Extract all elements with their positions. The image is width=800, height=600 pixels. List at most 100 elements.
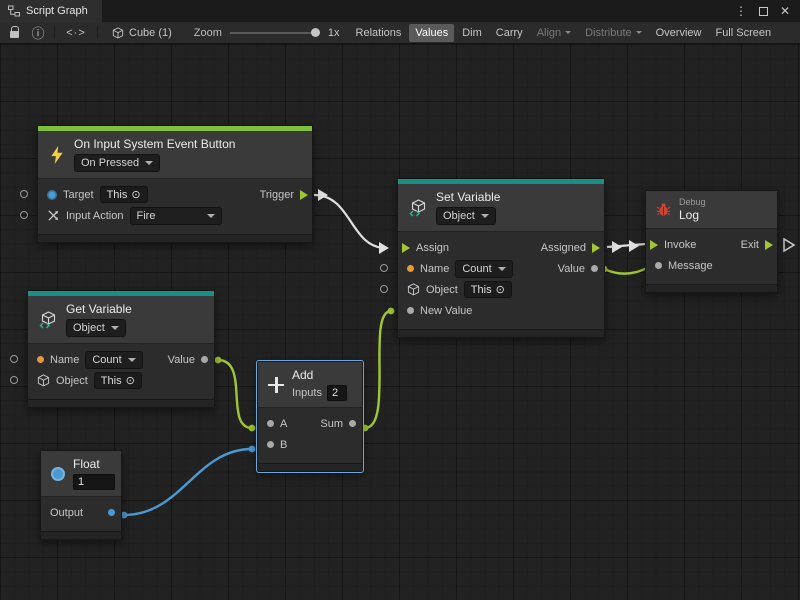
variable-name-dropdown[interactable]: Count: [455, 260, 513, 278]
wire-sum-to-new-value[interactable]: [365, 311, 391, 428]
add-icon: [268, 377, 284, 393]
graph-canvas[interactable]: On Input System Event Button On Pressed …: [0, 44, 800, 600]
object-input-port[interactable]: [380, 285, 388, 293]
target-row: Target This ⊙ Trigger: [38, 184, 312, 205]
b-input-port[interactable]: [267, 441, 274, 448]
name-input-port[interactable]: [10, 355, 18, 363]
object-input-port[interactable]: [10, 376, 18, 384]
string-port-icon[interactable]: [407, 265, 414, 272]
event-mode-dropdown[interactable]: On Pressed: [74, 154, 160, 172]
wire-arrow-icon: [612, 241, 622, 253]
full-screen-button[interactable]: Full Screen: [709, 24, 777, 42]
float-value-field[interactable]: [73, 474, 115, 490]
distribute-button[interactable]: Distribute: [579, 24, 647, 42]
exit-output-port[interactable]: [765, 240, 773, 250]
object-this-chip[interactable]: This ⊙: [464, 281, 512, 298]
node-header: Debug Log: [646, 191, 777, 229]
sum-output-port[interactable]: [349, 420, 356, 427]
node-on-input-system-event-button[interactable]: On Input System Event Button On Pressed …: [37, 125, 313, 243]
gameobject-icon: [47, 190, 57, 200]
wire-value-to-a[interactable]: [218, 360, 252, 428]
node-body: A Sum B: [258, 408, 362, 463]
info-icon[interactable]: ⓘ: [30, 23, 46, 42]
tab-title: Script Graph: [26, 5, 88, 17]
output-label: Output: [50, 507, 83, 519]
chevron-down-icon: [636, 31, 642, 34]
node-body: Name Count Value Object: [28, 344, 214, 399]
variable-scope-dropdown[interactable]: Object: [66, 319, 126, 337]
object-this-chip[interactable]: This ⊙: [94, 372, 142, 389]
node-add[interactable]: Add Inputs A Sum B: [257, 361, 363, 472]
target-this-value: This: [107, 189, 128, 201]
value-output-port[interactable]: [201, 356, 208, 363]
target-input-port[interactable]: [20, 190, 28, 198]
node-title: Get Variable: [66, 302, 132, 316]
output-row: Output: [41, 502, 121, 523]
assigned-output-port[interactable]: [592, 243, 600, 253]
distribute-button-label: Distribute: [585, 27, 631, 39]
chevron-down-icon: [481, 214, 489, 218]
node-header: Float: [41, 451, 121, 497]
wire-endpoint: [249, 446, 256, 453]
variable-scope-dropdown[interactable]: Object: [436, 207, 496, 225]
zoom-slider[interactable]: [230, 32, 320, 34]
assign-input-port[interactable]: [402, 243, 410, 253]
variable-name-dropdown[interactable]: Count: [85, 351, 143, 369]
object-label: Object: [56, 375, 88, 387]
node-header: On Input System Event Button On Pressed: [38, 131, 312, 179]
a-label: A: [280, 418, 287, 430]
assign-label: Assign: [416, 242, 449, 254]
a-input-port[interactable]: [267, 420, 274, 427]
values-button[interactable]: Values: [409, 24, 454, 42]
align-button[interactable]: Align: [531, 24, 577, 42]
value-output-port[interactable]: [591, 265, 598, 272]
close-icon[interactable]: ✕: [780, 5, 790, 17]
new-value-input-port[interactable]: [407, 307, 414, 314]
tab-script-graph[interactable]: Script Graph: [0, 0, 102, 22]
node-float[interactable]: Float Output: [40, 450, 122, 540]
overview-button[interactable]: Overview: [650, 24, 708, 42]
wire-arrow-icon: [379, 242, 389, 254]
sum-label: Sum: [320, 418, 343, 430]
name-input-port[interactable]: [380, 264, 388, 272]
name-row: Name Count Value: [28, 349, 214, 370]
object-row: Object This ⊙: [398, 279, 604, 300]
menu-icon[interactable]: ⋮: [735, 5, 747, 17]
invoke-label: Invoke: [664, 239, 696, 251]
string-port-icon[interactable]: [37, 356, 44, 363]
carry-button[interactable]: Carry: [490, 24, 529, 42]
relations-button[interactable]: Relations: [350, 24, 408, 42]
trigger-output-port[interactable]: [300, 190, 308, 200]
exit-wire-arrow-icon[interactable]: [784, 239, 794, 251]
code-icon[interactable]: <·>: [63, 27, 89, 39]
name-label: Name: [50, 354, 79, 366]
maximize-icon[interactable]: [759, 7, 768, 16]
node-set-variable[interactable]: Set Variable Object Assign Assigned: [397, 178, 605, 338]
node-debug-log[interactable]: Debug Log Invoke Exit Message: [645, 190, 778, 293]
tab-bar: Script Graph ⋮ ✕: [0, 0, 800, 22]
lock-icon[interactable]: [6, 27, 22, 38]
b-label: B: [280, 439, 287, 451]
target-this-chip[interactable]: This ⊙: [100, 186, 148, 203]
wire-trigger-to-assign[interactable]: [314, 195, 386, 248]
node-title: Set Variable: [436, 190, 500, 204]
dim-button[interactable]: Dim: [456, 24, 488, 42]
node-header: Add Inputs: [258, 362, 362, 408]
wire-output-to-b[interactable]: [124, 449, 252, 515]
toolbar-divider: [54, 26, 55, 39]
input-action-label: Input Action: [66, 210, 124, 222]
input-action-port[interactable]: [20, 211, 28, 219]
output-port[interactable]: [108, 509, 115, 516]
message-input-port[interactable]: [655, 262, 662, 269]
graph-object-label[interactable]: Cube (1): [129, 27, 172, 39]
node-get-variable[interactable]: Get Variable Object Name Count: [27, 290, 215, 408]
input-action-dropdown[interactable]: Fire: [130, 207, 222, 225]
graph-icon: [8, 5, 20, 17]
inputs-count-field[interactable]: [327, 385, 347, 401]
zoom-slider-knob[interactable]: [311, 28, 320, 37]
variable-name-value: Count: [92, 354, 121, 366]
invoke-input-port[interactable]: [650, 240, 658, 250]
wire-arrow-icon: [629, 240, 639, 252]
node-footer: [38, 234, 312, 242]
chevron-down-icon: [111, 326, 119, 330]
